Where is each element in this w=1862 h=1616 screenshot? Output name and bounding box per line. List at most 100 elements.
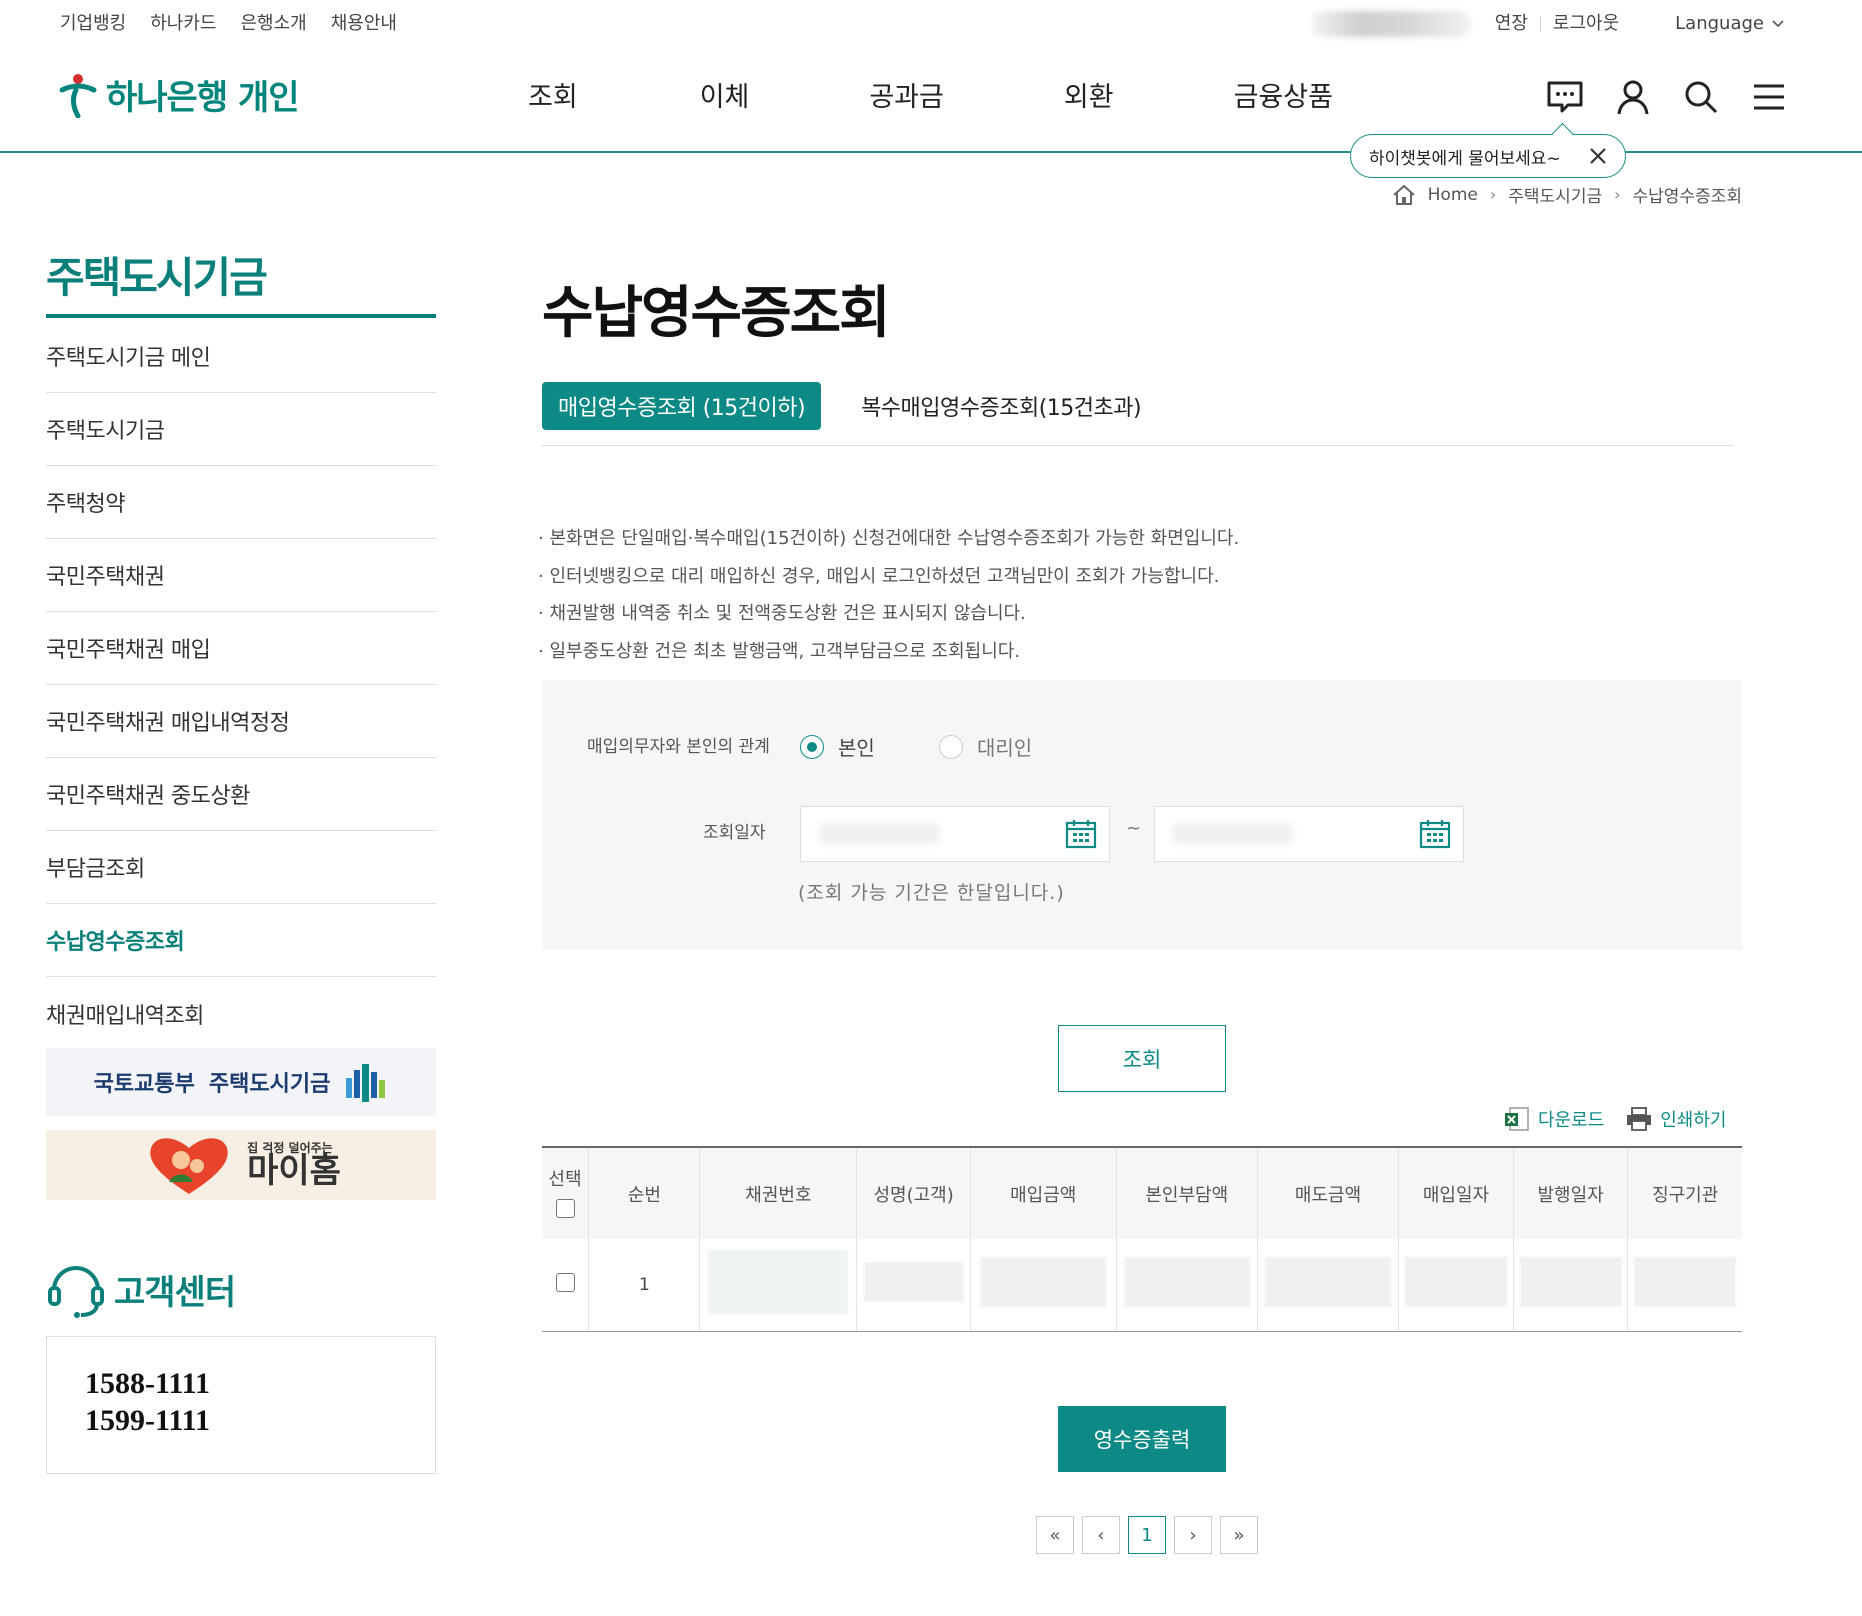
row-collecting-agency-blurred bbox=[1627, 1239, 1742, 1332]
customer-center-label: 고객센터 bbox=[114, 1272, 236, 1313]
start-date-input[interactable] bbox=[800, 806, 1110, 862]
download-button[interactable]: 다운로드 bbox=[1504, 1106, 1604, 1132]
sidebar-item-subscription[interactable]: 주택청약 bbox=[46, 466, 436, 539]
calendar-icon[interactable] bbox=[1419, 819, 1451, 849]
myhome-banner[interactable]: 집 걱정 덜어주는 마이홈 bbox=[46, 1130, 436, 1200]
search-icon[interactable] bbox=[1682, 78, 1720, 116]
header-icons bbox=[1546, 78, 1788, 116]
sidebar-item-housing-bond[interactable]: 국민주택채권 bbox=[46, 539, 436, 612]
radio-proxy-button[interactable] bbox=[939, 734, 963, 759]
customer-center-title: 고객센터 bbox=[46, 1260, 236, 1318]
user-icon[interactable] bbox=[1614, 78, 1652, 116]
date-range-separator: ~ bbox=[1126, 818, 1142, 839]
nav-financial-products[interactable]: 금융상품 bbox=[1234, 78, 1333, 118]
logout-link[interactable]: 로그아웃 bbox=[1553, 10, 1619, 38]
col-select-label: 선택 bbox=[548, 1168, 582, 1190]
select-all-checkbox[interactable] bbox=[555, 1198, 575, 1218]
nav-foreign-exchange[interactable]: 외환 bbox=[1064, 78, 1114, 118]
language-label: Language bbox=[1675, 13, 1764, 34]
col-issue-date: 발행일자 bbox=[1512, 1146, 1628, 1239]
banner-molit-text: 국토교통부 bbox=[93, 1072, 195, 1097]
search-button[interactable]: 조회 bbox=[1058, 1025, 1226, 1092]
logo-bank-name: 하나은행 bbox=[106, 78, 228, 118]
extend-session-link[interactable]: 연장 bbox=[1495, 10, 1528, 38]
nav-transfer[interactable]: 이체 bbox=[700, 78, 750, 118]
sidebar-item-charge-inquiry[interactable]: 부담금조회 bbox=[46, 831, 436, 904]
tab-multiple-receipt[interactable]: 복수매입영수증조회(15건초과) bbox=[845, 382, 1157, 430]
radio-proxy[interactable]: 대리인 bbox=[939, 732, 1032, 761]
sidebar-item-early-redemption[interactable]: 국민주택채권 중도상환 bbox=[46, 758, 436, 831]
radio-self-button[interactable] bbox=[800, 734, 824, 759]
radio-self-label: 본인 bbox=[838, 736, 875, 760]
chevron-right-icon: › bbox=[1614, 185, 1621, 204]
tab-divider bbox=[542, 445, 1734, 446]
sidebar-item-purchase-correction[interactable]: 국민주택채권 매입내역정정 bbox=[46, 685, 436, 758]
search-form: 매입의무자와 본인의 관계 본인 대리인 조회일자 ~ (조회 가능 기간은 한… bbox=[542, 680, 1742, 950]
home-icon[interactable] bbox=[1392, 184, 1416, 206]
breadcrumb-home[interactable]: Home bbox=[1428, 185, 1478, 205]
col-sale-amount: 매도금액 bbox=[1256, 1146, 1399, 1239]
utility-links: 기업뱅킹 하나카드 은행소개 채용안내 bbox=[60, 10, 397, 38]
headset-icon bbox=[48, 1266, 104, 1318]
radio-self[interactable]: 본인 bbox=[800, 732, 875, 761]
notice-item: 인터넷뱅킹으로 대리 매입하신 경우, 매입시 로그인하셨던 고객님만이 조회가… bbox=[538, 558, 1239, 596]
close-icon[interactable] bbox=[1589, 147, 1607, 165]
utility-right: 연장 로그아웃 Language bbox=[1310, 10, 1784, 38]
banner-fund-text: 주택도시기금 bbox=[208, 1072, 331, 1097]
customer-center-phones: 1588-1111 1599-1111 bbox=[46, 1336, 436, 1474]
row-select-cell bbox=[542, 1239, 589, 1332]
sidebar-item-fund[interactable]: 주택도시기금 bbox=[46, 393, 436, 466]
util-link-about[interactable]: 은행소개 bbox=[241, 10, 307, 38]
util-link-careers[interactable]: 채용안내 bbox=[331, 10, 397, 38]
chatbot-tooltip-text: 하이챗봇에게 물어보세요~ bbox=[1369, 148, 1561, 169]
col-customer-name: 성명(고객) bbox=[856, 1146, 971, 1239]
page-number-current[interactable]: 1 bbox=[1128, 1516, 1166, 1554]
util-link-card[interactable]: 하나카드 bbox=[150, 10, 216, 38]
chatbot-tooltip[interactable]: 하이챗봇에게 물어보세요~ bbox=[1350, 134, 1626, 178]
row-checkbox[interactable] bbox=[555, 1272, 575, 1292]
nav-inquiry[interactable]: 조회 bbox=[528, 78, 578, 118]
menu-icon[interactable] bbox=[1750, 78, 1788, 116]
sidebar-item-bond-history[interactable]: 채권매입내역조회 bbox=[46, 977, 436, 1050]
hana-bank-logo[interactable]: 하나은행 개인 bbox=[58, 70, 300, 119]
table-row[interactable]: 1 bbox=[542, 1239, 1742, 1332]
col-select: 선택 bbox=[542, 1146, 589, 1239]
sidebar-item-fund-main[interactable]: 주택도시기금 메인 bbox=[46, 320, 436, 393]
col-self-burden: 본인부담액 bbox=[1115, 1146, 1258, 1239]
end-date-value-blurred bbox=[1173, 824, 1293, 844]
chat-icon[interactable] bbox=[1546, 78, 1584, 116]
table-header-row: 선택 순번 채권번호 성명(고객) 매입금액 본인부담액 매도금액 매입일자 발… bbox=[542, 1146, 1742, 1239]
sidebar-item-receipt-inquiry[interactable]: 수납영수증조회 bbox=[46, 904, 436, 977]
radio-proxy-label: 대리인 bbox=[977, 736, 1033, 760]
tab-single-receipt[interactable]: 매입영수증조회 (15건이하) bbox=[542, 382, 822, 430]
language-select[interactable]: Language bbox=[1675, 10, 1784, 38]
nav-utility-bills[interactable]: 공과금 bbox=[869, 78, 944, 118]
heart-family-icon bbox=[150, 1138, 228, 1194]
molit-fund-banner[interactable]: 국토교통부 주택도시기금 bbox=[46, 1048, 436, 1116]
notice-item: 채권발행 내역중 취소 및 전액중도상환 건은 표시되지 않습니다. bbox=[538, 595, 1239, 633]
page-next-button[interactable]: › bbox=[1174, 1516, 1212, 1554]
print-receipt-button[interactable]: 영수증출력 bbox=[1058, 1406, 1226, 1472]
page-prev-button[interactable]: ‹ bbox=[1082, 1516, 1120, 1554]
sidebar-title-underline bbox=[46, 314, 436, 318]
notice-item: 일부중도상환 건은 최초 발행금액, 고객부담금으로 조회됩니다. bbox=[538, 633, 1239, 671]
col-collecting-agency: 징구기관 bbox=[1627, 1146, 1742, 1239]
relation-label: 매입의무자와 본인의 관계 bbox=[587, 737, 770, 757]
row-purchase-date-blurred bbox=[1398, 1239, 1514, 1332]
receipt-tabs: 매입영수증조회 (15건이하) 복수매입영수증조회(15건초과) bbox=[542, 382, 1157, 430]
sidebar-item-bond-purchase[interactable]: 국민주택채권 매입 bbox=[46, 612, 436, 685]
row-issue-date-blurred bbox=[1512, 1239, 1628, 1332]
page-last-button[interactable]: » bbox=[1220, 1516, 1258, 1554]
calendar-icon[interactable] bbox=[1065, 819, 1097, 849]
hana-logo-icon bbox=[59, 73, 97, 118]
page-first-button[interactable]: « bbox=[1036, 1516, 1074, 1554]
breadcrumb: Home › 주택도시기금 › 수납영수증조회 bbox=[1392, 182, 1742, 207]
breadcrumb-section[interactable]: 주택도시기금 bbox=[1508, 182, 1602, 207]
row-customer-name-blurred bbox=[856, 1239, 971, 1332]
user-name-blurred bbox=[1310, 11, 1471, 37]
logo-sub: 개인 bbox=[237, 78, 300, 118]
end-date-input[interactable] bbox=[1154, 806, 1464, 862]
table-tools: 다운로드 인쇄하기 bbox=[1504, 1106, 1727, 1132]
util-link-corporate[interactable]: 기업뱅킹 bbox=[60, 10, 126, 38]
print-page-button[interactable]: 인쇄하기 bbox=[1626, 1106, 1727, 1132]
